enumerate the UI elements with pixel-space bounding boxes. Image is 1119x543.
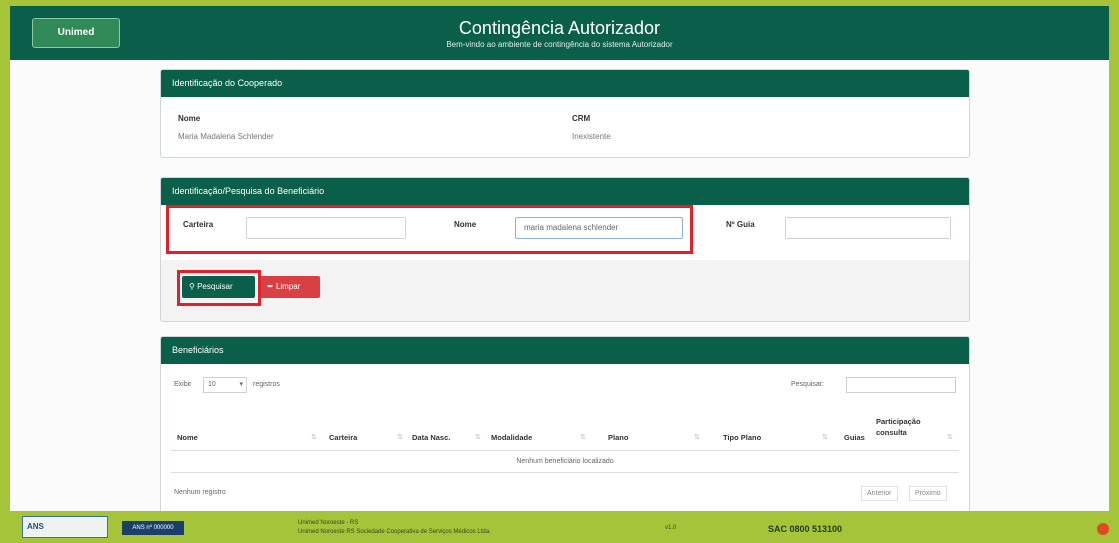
sort-icon: ⇅ bbox=[475, 434, 481, 441]
sort-icon: ⇅ bbox=[397, 434, 403, 441]
records-label: registros bbox=[253, 381, 280, 388]
column-header-carteira[interactable]: Carteira bbox=[329, 433, 357, 442]
sac-phone: SAC 0800 513100 bbox=[768, 524, 843, 534]
cooperado-panel: Identificação do Cooperado Nome Maria Ma… bbox=[160, 69, 970, 158]
page-title: Contingência Autorizador bbox=[458, 18, 661, 38]
sort-icon: ⇅ bbox=[822, 434, 828, 441]
page-subtitle: Bem-vindo ao ambiente de contingência do… bbox=[446, 40, 673, 49]
column-header-data-nasc[interactable]: Data Nasc. bbox=[412, 433, 450, 442]
show-label: Exibir bbox=[174, 381, 192, 388]
cooperado-name-label: Nome bbox=[178, 114, 201, 123]
sort-icon: ⇅ bbox=[580, 434, 586, 441]
beneficiary-search-panel: Identificação/Pesquisa do Beneficiário C… bbox=[160, 177, 970, 322]
cooperado-crm-value: Inexistente bbox=[572, 132, 611, 141]
sort-icon: ⇅ bbox=[311, 434, 317, 441]
table-bottom-divider bbox=[171, 472, 959, 473]
cooperado-panel-title: Identificação do Cooperado bbox=[161, 70, 969, 97]
ans-logo: ANS bbox=[22, 516, 108, 538]
highlight-search-button bbox=[177, 270, 261, 306]
footer-company-line2: Unimed Noroeste RS Sociedade Cooperativa… bbox=[298, 529, 491, 535]
table-search-input[interactable] bbox=[846, 377, 956, 393]
beneficiaries-panel: Beneficiários Exibir 10 ▾ registros Pesq… bbox=[160, 336, 970, 511]
clear-button[interactable]: ✒ Limpar bbox=[260, 276, 320, 298]
next-page-button[interactable]: Próximo bbox=[909, 486, 947, 501]
empty-table-message: Nenhum beneficiário localizado bbox=[516, 458, 614, 465]
prev-page-button[interactable]: Anterior bbox=[861, 486, 898, 501]
power-icon[interactable] bbox=[1097, 523, 1109, 535]
guia-label: Nº Guia bbox=[726, 220, 755, 229]
page-size-value: 10 bbox=[208, 381, 216, 388]
ans-registration-badge: ANS nº 000000 bbox=[122, 521, 184, 535]
table-info: Nenhum registro bbox=[174, 489, 226, 496]
app-window: Unimed Contingência Autorizador Bem-vind… bbox=[10, 6, 1109, 511]
chevron-down-icon: ▾ bbox=[239, 381, 243, 388]
column-header-plano[interactable]: Plano bbox=[608, 433, 628, 442]
table-search-label: Pesquisar: bbox=[791, 381, 825, 388]
footer: ANS ANS nº 000000 Unimed Noroeste - RS U… bbox=[0, 511, 1119, 543]
column-header-modalidade[interactable]: Modalidade bbox=[491, 433, 532, 442]
column-header-guias[interactable]: Guias bbox=[844, 433, 865, 442]
beneficiaries-title: Beneficiários bbox=[161, 337, 969, 364]
highlight-search-fields bbox=[166, 205, 693, 254]
beneficiary-search-title: Identificação/Pesquisa do Beneficiário bbox=[161, 178, 969, 205]
column-header-tipo-plano[interactable]: Tipo Plano bbox=[723, 433, 761, 442]
table-header-divider bbox=[171, 450, 959, 451]
cooperado-name-value: Maria Madalena Schlender bbox=[178, 132, 274, 141]
page-size-select[interactable]: 10 ▾ bbox=[203, 377, 247, 393]
top-bar: Unimed Contingência Autorizador Bem-vind… bbox=[10, 6, 1109, 60]
sort-icon: ⇅ bbox=[694, 434, 700, 441]
cooperado-crm-label: CRM bbox=[572, 114, 591, 123]
guia-input[interactable] bbox=[785, 217, 951, 239]
column-header-participacao[interactable]: Participação consulta bbox=[876, 416, 936, 438]
footer-company-line1: Unimed Noroeste - RS bbox=[298, 520, 359, 526]
eraser-icon: ✒ bbox=[267, 282, 274, 291]
sort-icon: ⇅ bbox=[947, 434, 953, 441]
footer-version: v1.0 bbox=[665, 525, 677, 531]
clear-button-label: Limpar bbox=[275, 282, 301, 291]
column-header-nome[interactable]: Nome bbox=[177, 433, 198, 442]
